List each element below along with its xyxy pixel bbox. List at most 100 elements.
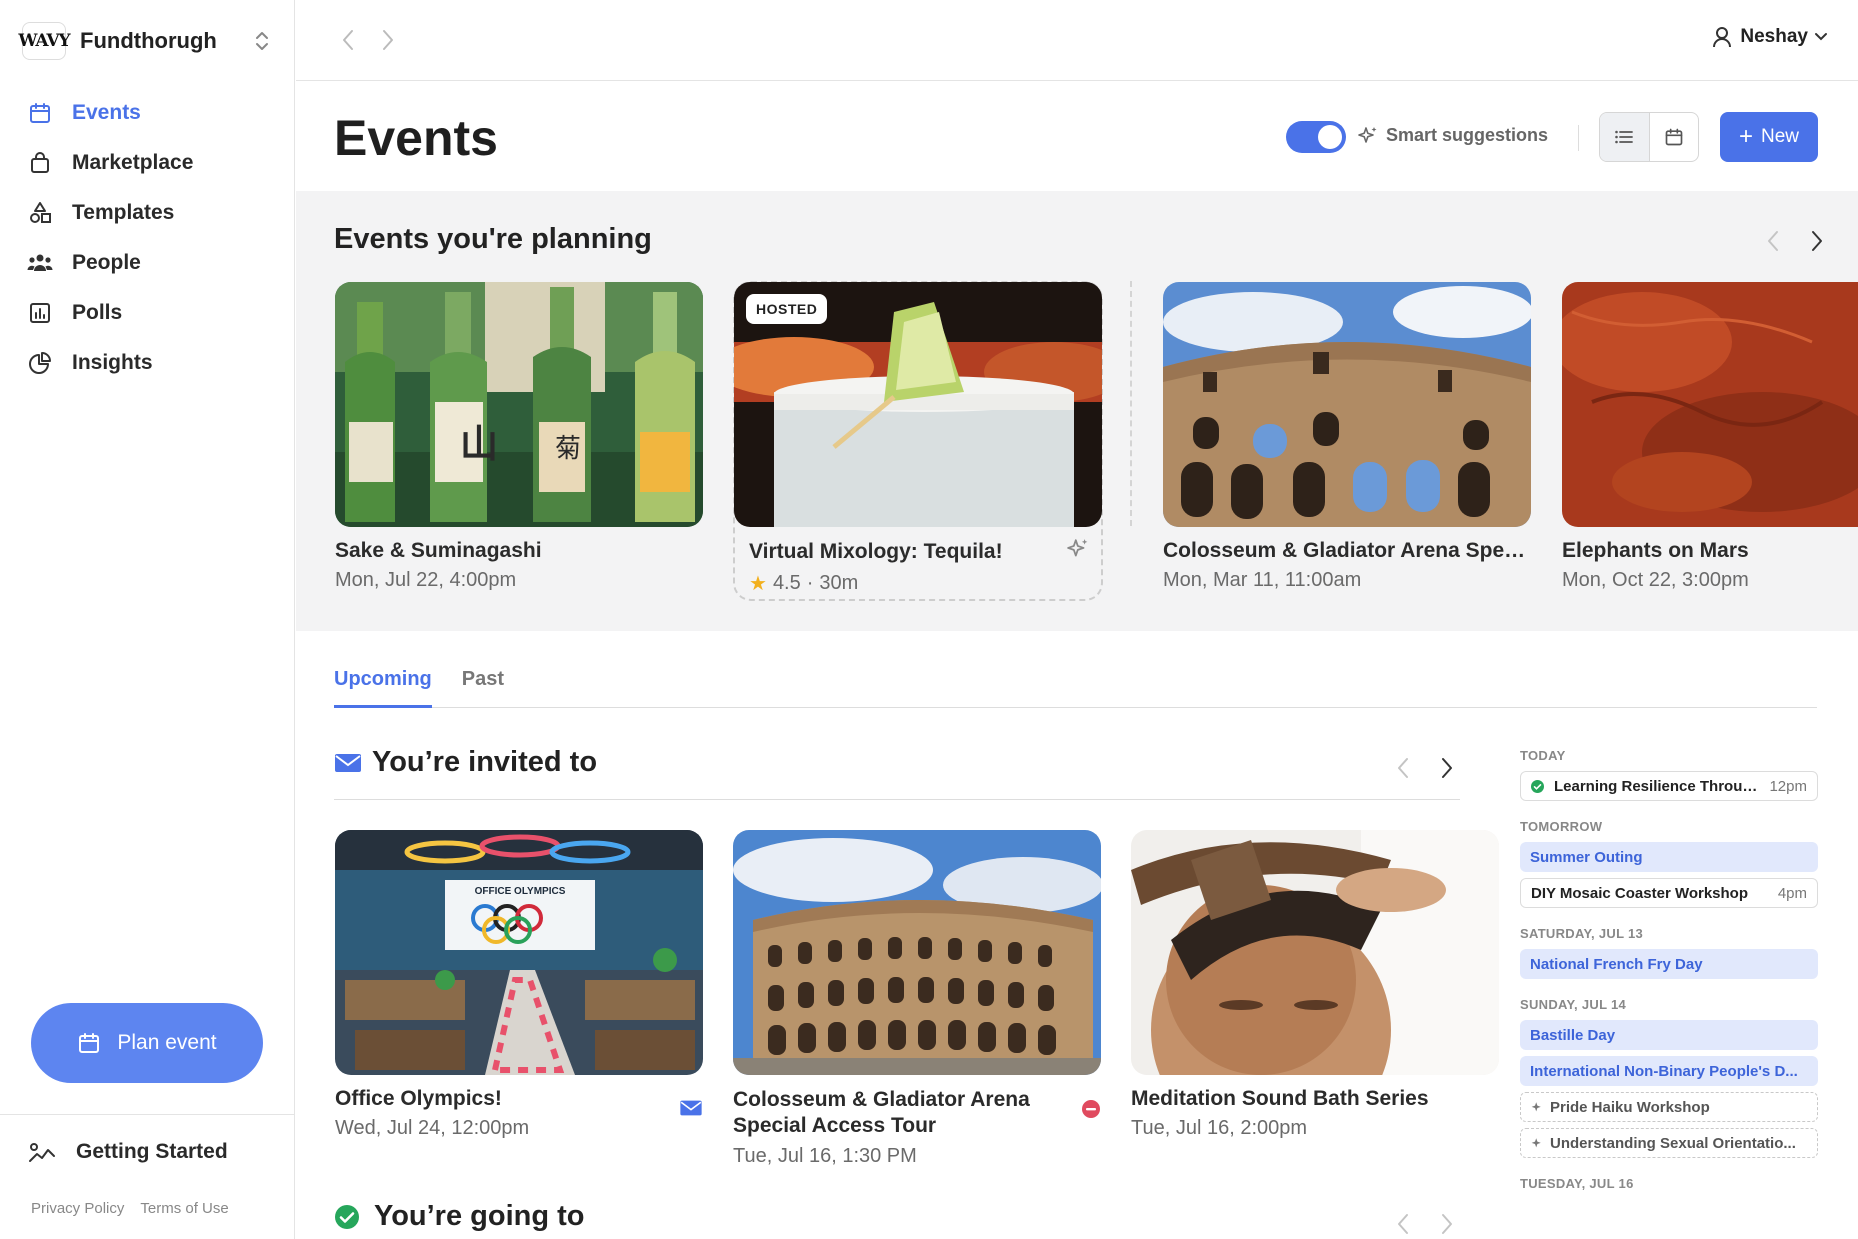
shopping-bag-icon (26, 149, 54, 177)
agenda-item-title: Pride Haiku Workshop (1550, 1098, 1710, 1116)
list-view-icon[interactable] (1600, 113, 1650, 161)
event-date: Mon, Mar 11, 11:00am (1163, 569, 1362, 591)
user-icon (1712, 26, 1732, 48)
plan-event-label: Plan event (117, 1031, 217, 1054)
back-arrow-icon[interactable] (336, 26, 360, 54)
sidebar-item-label: Marketplace (72, 151, 194, 174)
history-nav (336, 26, 400, 54)
agenda-item[interactable]: Learning Resilience Throug... 12pm (1520, 771, 1818, 801)
sparkle-icon (1358, 126, 1378, 146)
agenda-suggestion[interactable]: Understanding Sexual Orientatio... (1520, 1128, 1818, 1158)
event-rating: ★ 4.5 · 30m (749, 571, 1089, 596)
event-image-sound-bath (1131, 830, 1499, 1075)
envelope-icon (679, 1099, 703, 1122)
hosted-badge: HOSTED (746, 294, 828, 324)
sidebar-item-events[interactable]: Events (26, 88, 276, 138)
agenda-sidebar: TODAY Learning Resilience Throug... 12pm… (1520, 748, 1818, 1209)
event-date: Tue, Jul 16, 1:30 PM (733, 1145, 917, 1167)
chevron-left-icon[interactable] (1392, 754, 1414, 782)
event-card[interactable]: Meditation Sound Bath Series Tue, Jul 16… (1131, 830, 1499, 1140)
forward-arrow-icon[interactable] (376, 26, 400, 54)
hosted-event-card[interactable]: HOSTED Virtual Mixology: Tequila! ★ 4.5 … (733, 281, 1103, 601)
smart-suggestions-label: Smart suggestions (1386, 125, 1549, 145)
terms-of-use-link[interactable]: Terms of Use (140, 1200, 228, 1217)
event-title: Colosseum & Gladiator Arena Speci... (1163, 539, 1531, 562)
org-switcher[interactable]: WAVY Fundthorugh (18, 22, 274, 60)
route-icon (28, 1141, 56, 1163)
envelope-icon (334, 752, 362, 774)
event-date: Wed, Jul 24, 12:00pm (335, 1117, 530, 1139)
event-title: Sake & Suminagashi (335, 539, 542, 562)
agenda-item[interactable]: Summer Outing (1520, 842, 1818, 872)
section-title: Events you're planning (334, 223, 652, 255)
sidebar-item-people[interactable]: People (26, 238, 276, 288)
event-title: Colosseum & Gladiator Arena Special Acce… (733, 1088, 1030, 1137)
tab-past[interactable]: Past (462, 668, 504, 708)
sidebar-item-polls[interactable]: Polls (26, 288, 276, 338)
event-card[interactable]: Colosseum & Gladiator Arena Special Acce… (733, 830, 1101, 1168)
event-tabs: Upcoming Past (334, 668, 1817, 708)
agenda-item-time: 4pm (1777, 884, 1807, 902)
calendar-icon (77, 1031, 101, 1055)
privacy-policy-link[interactable]: Privacy Policy (31, 1200, 124, 1217)
agenda-suggestion[interactable]: Pride Haiku Workshop (1520, 1092, 1818, 1122)
wavy-logo: WAVY (18, 22, 71, 60)
declined-icon (1081, 1099, 1101, 1124)
sidebar-item-marketplace[interactable]: Marketplace (26, 138, 276, 188)
agenda-item[interactable]: Bastille Day (1520, 1020, 1818, 1050)
carousel-divider (1130, 281, 1132, 526)
sidebar-item-templates[interactable]: Templates (26, 188, 276, 238)
getting-started-link[interactable]: Getting Started (28, 1140, 228, 1164)
chevron-right-icon[interactable] (1806, 227, 1828, 255)
agenda-day-label: TUESDAY, JUL 16 (1520, 1176, 1634, 1191)
event-card[interactable]: OFFICE OLYMPICS Office Olympics! Wed, Ju… (335, 830, 703, 1140)
chevron-left-icon[interactable] (1762, 227, 1784, 255)
agenda-item-title: Learning Resilience Throug... (1554, 777, 1762, 795)
agenda-item-title: Summer Outing (1530, 848, 1643, 866)
agenda-item[interactable]: DIY Mosaic Coaster Workshop 4pm (1520, 878, 1818, 908)
invited-title: You’re invited to (334, 746, 597, 779)
event-title: Virtual Mixology: Tequila! (749, 539, 1003, 563)
going-section-header: You’re going to (334, 1200, 585, 1233)
chevron-right-icon[interactable] (1436, 1210, 1458, 1238)
top-bar: Neshay (296, 0, 1858, 81)
confirmed-icon (1531, 779, 1544, 793)
sidebar-divider (0, 1114, 295, 1115)
invited-section-header: You’re invited to (334, 746, 1460, 800)
sidebar-item-insights[interactable]: Insights (26, 338, 276, 388)
section-title: You’re invited to (372, 746, 598, 778)
sidebar-item-label: Templates (72, 201, 175, 224)
plan-event-button[interactable]: Plan event (31, 1003, 263, 1083)
page-header: Events Smart suggestions + New (296, 81, 1858, 191)
getting-started-label: Getting Started (76, 1140, 228, 1163)
event-title: Elephants on Mars (1562, 539, 1749, 562)
event-duration: 30m (819, 572, 859, 594)
agenda-item-title: International Non-Binary People's D... (1530, 1062, 1798, 1080)
user-menu[interactable]: Neshay (1712, 26, 1828, 48)
svg-text:菊: 菊 (555, 434, 581, 464)
footer-links: Privacy Policy Terms of Use (31, 1200, 229, 1217)
sidebar-item-label: People (72, 251, 141, 274)
calendar-view-icon[interactable] (1650, 113, 1699, 161)
event-image-mixology: HOSTED (734, 282, 1102, 527)
agenda-item-title: Bastille Day (1530, 1026, 1616, 1044)
agenda-item[interactable]: International Non-Binary People's D... (1520, 1056, 1818, 1086)
office-olympics-sign: OFFICE OLYMPICS (475, 886, 566, 897)
section-title: You’re going to (374, 1200, 585, 1232)
agenda-item-title: National French Fry Day (1530, 955, 1703, 973)
tab-upcoming[interactable]: Upcoming (334, 668, 432, 708)
new-event-button[interactable]: + New (1720, 112, 1818, 162)
agenda-day: SUNDAY, JUL 14 Bastille Day Internationa… (1520, 997, 1818, 1158)
agenda-item-time: 12pm (1769, 777, 1807, 795)
rating-separator: · (806, 572, 814, 594)
event-image-office-olympics: OFFICE OLYMPICS (335, 830, 703, 1075)
event-card[interactable]: Colosseum & Gladiator Arena Speci... Mon… (1163, 282, 1531, 592)
event-card[interactable]: 山 菊 Sake & Suminagashi Mon, Jul 22, 4:00… (335, 282, 703, 592)
agenda-item[interactable]: National French Fry Day (1520, 949, 1818, 979)
chevron-right-icon[interactable] (1436, 754, 1458, 782)
chevron-up-down-icon[interactable] (250, 26, 274, 56)
agenda-item-title: Understanding Sexual Orientatio... (1550, 1134, 1796, 1152)
chevron-left-icon[interactable] (1392, 1210, 1414, 1238)
smart-suggestions-toggle[interactable] (1286, 121, 1346, 153)
event-card[interactable]: Elephants on Mars Mon, Oct 22, 3:00pm (1562, 282, 1858, 592)
